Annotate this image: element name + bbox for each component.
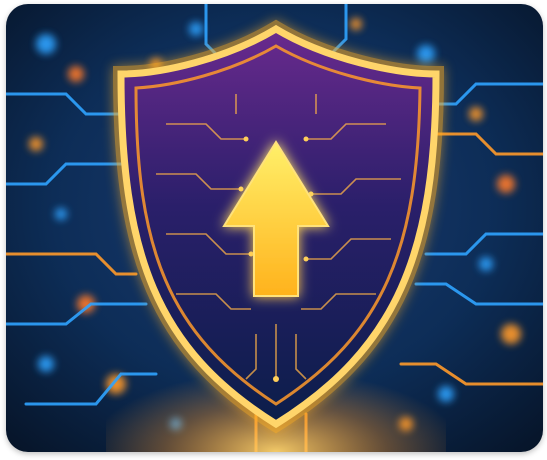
security-illustration	[6, 4, 543, 452]
image-frame	[6, 4, 543, 452]
